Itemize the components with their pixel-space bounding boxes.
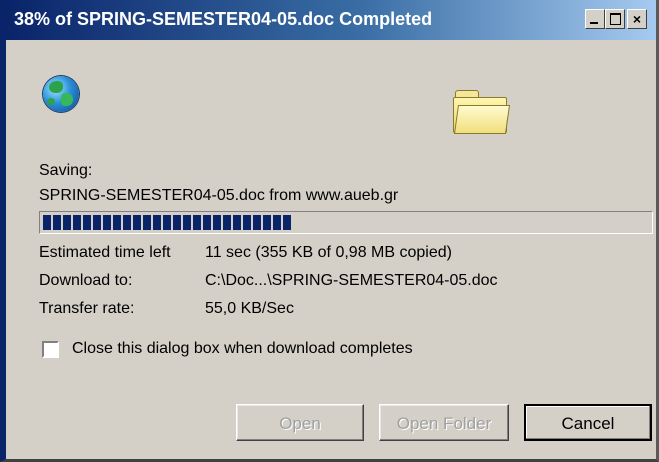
progress-chunk: [243, 215, 251, 230]
open-button[interactable]: Open: [236, 404, 364, 441]
progress-chunk: [213, 215, 221, 230]
progress-chunk: [253, 215, 261, 230]
progress-chunk: [263, 215, 271, 230]
progress-chunk: [153, 215, 161, 230]
progress-chunk: [133, 215, 141, 230]
download-to-label: Download to:: [39, 272, 133, 289]
download-dialog: 38% of SPRING-SEMESTER04-05.doc Complete…: [0, 0, 659, 462]
progress-chunk: [223, 215, 231, 230]
close-button[interactable]: ×: [627, 9, 647, 29]
folder-icon: [453, 90, 511, 134]
progress-chunk: [173, 215, 181, 230]
time-left-value: 11 sec (355 KB of 0,98 MB copied): [205, 244, 452, 261]
progress-chunk: [203, 215, 211, 230]
saving-label: Saving:: [39, 162, 93, 179]
window-title: 38% of SPRING-SEMESTER04-05.doc Complete…: [14, 9, 433, 29]
open-folder-button[interactable]: Open Folder: [379, 404, 509, 441]
progress-chunk: [73, 215, 81, 230]
progress-chunk: [273, 215, 281, 230]
saving-file: SPRING-SEMESTER04-05.doc from www.aueb.g…: [39, 187, 399, 204]
progress-chunk: [53, 215, 61, 230]
progress-chunk: [103, 215, 111, 230]
globe-icon: [43, 76, 79, 112]
download-progress-bar: [39, 211, 653, 234]
progress-chunk: [183, 215, 191, 230]
progress-chunk: [163, 215, 171, 230]
transfer-rate-value: 55,0 KB/Sec: [205, 300, 294, 317]
dialog-body: Saving: SPRING-SEMESTER04-05.doc from ww…: [6, 40, 656, 459]
progress-chunk: [93, 215, 101, 230]
progress-chunk: [283, 215, 291, 230]
maximize-icon: [610, 13, 621, 25]
minimize-icon: [590, 22, 598, 24]
time-left-label: Estimated time left: [39, 244, 171, 261]
progress-chunk: [143, 215, 151, 230]
cancel-button[interactable]: Cancel: [524, 404, 652, 441]
maximize-button[interactable]: [605, 9, 625, 29]
minimize-button[interactable]: [585, 9, 605, 29]
close-when-done-label[interactable]: Close this dialog box when download comp…: [72, 340, 413, 358]
download-to-value: C:\Doc...\SPRING-SEMESTER04-05.doc: [205, 272, 498, 289]
progress-chunk: [233, 215, 241, 230]
progress-chunk: [113, 215, 121, 230]
title-bar[interactable]: 38% of SPRING-SEMESTER04-05.doc Complete…: [6, 0, 656, 40]
progress-chunk: [193, 215, 201, 230]
transfer-rate-label: Transfer rate:: [39, 300, 135, 317]
progress-fill: [43, 215, 293, 230]
progress-chunk: [63, 215, 71, 230]
progress-chunk: [43, 215, 51, 230]
progress-chunk: [123, 215, 131, 230]
progress-chunk: [83, 215, 91, 230]
close-when-done-checkbox[interactable]: [42, 341, 59, 358]
close-icon: ×: [632, 11, 642, 27]
